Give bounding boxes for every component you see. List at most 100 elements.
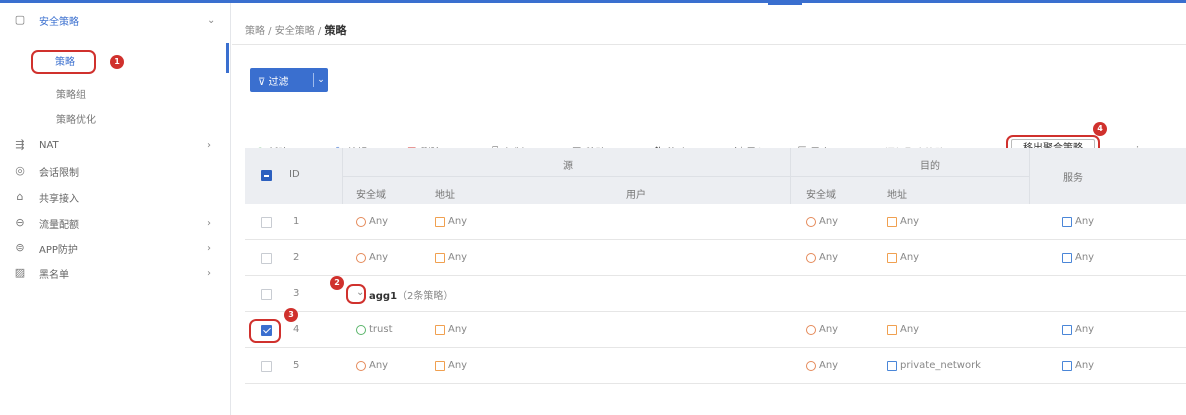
sidebar-item-label: 黑名单 [39,269,69,281]
table-row-group[interactable]: 3 ⌄ agg1（2条策略） [245,276,1186,312]
step-badge-1: 1 [110,55,124,69]
cell-id: 1 [293,216,300,227]
header-divider [342,176,1029,177]
table-row[interactable]: 4 trust Any Any Any Any [245,312,1186,348]
sidebar-item-label: NAT [39,139,59,151]
zone-icon [806,360,816,371]
col-src-user: 用户 [626,190,646,201]
highlight-box-checkbox [249,319,281,343]
chevron-right-icon: › [207,267,211,279]
filter-button[interactable]: ⊽ 过滤 ⌄ [250,68,328,92]
breadcrumb: 策略 / 安全策略 / 策略 [245,22,346,38]
row-checkbox[interactable] [261,289,272,300]
cell-dst-addr: Any [887,252,919,263]
blacklist-icon: ▨ [14,266,26,279]
cell-id: 4 [293,324,300,335]
header-divider [232,44,1186,45]
row-checkbox[interactable] [261,253,272,264]
header-divider [342,148,343,204]
sidebar-item-label: 会话限制 [39,167,79,179]
service-icon [1062,360,1072,371]
cell-dst-zone: Any [806,324,838,335]
traffic-icon: ⊖ [15,216,25,229]
cell-id: 2 [293,252,300,263]
address-icon [887,324,897,335]
address-icon [435,252,445,263]
sidebar-item-label: 策略优化 [56,114,96,126]
sidebar-item-session-limit[interactable]: ◎ 会话限制 [0,160,230,182]
col-source: 源 [563,161,573,172]
sidebar-item-policy-group[interactable]: 策略组 [0,82,230,104]
sidebar-item-security-policy[interactable]: ▢ 安全策略 ⌄ [0,9,230,31]
nat-icon: ⇶ [15,138,25,151]
sidebar-item-nat[interactable]: ⇶ NAT › [0,134,230,156]
group-name: agg1（2条策略） [369,291,454,302]
sidebar: ▢ 安全策略 ⌄ 策略 1 策略组 策略优化 ⇶ NAT › ◎ 会话限制 ⌂ … [0,3,231,415]
sidebar-item-traffic-control[interactable]: ⊖ 流量配额 › [0,212,230,234]
address-icon [887,216,897,227]
cell-dst-addr: private_network [887,360,981,371]
col-src-zone: 安全域 [356,190,386,201]
cell-dst-zone: Any [806,360,838,371]
table-row[interactable]: 5 Any Any Any private_network Any [245,348,1186,384]
row-checkbox[interactable] [261,361,272,372]
session-icon: ◎ [15,164,25,177]
breadcrumb-current: 策略 [324,24,347,37]
address-icon [887,252,897,263]
cell-src-zone: Any [356,360,388,371]
cell-dst-zone: Any [806,252,838,263]
chevron-right-icon: › [207,242,211,254]
chevron-down-icon[interactable]: ⌄ [314,75,328,85]
select-all-checkbox[interactable] [261,170,272,181]
table-row[interactable]: 2 Any Any Any Any Any [245,240,1186,276]
filter-icon: ⊽ [258,76,269,88]
service-icon [1062,324,1072,335]
address-icon [435,216,445,227]
zone-icon [356,360,366,371]
zone-icon [806,324,816,335]
cell-service: Any [1062,360,1094,371]
breadcrumb-path: 策略 / 安全策略 / [245,26,325,37]
row-checkbox[interactable] [261,217,272,228]
cell-id: 3 [293,288,300,299]
cell-src-zone: Any [356,216,388,227]
col-id: ID [289,169,300,180]
zone-icon [806,252,816,263]
address-icon [435,324,445,335]
cell-dst-zone: Any [806,216,838,227]
cell-id: 5 [293,360,300,371]
col-service: 服务 [1063,173,1083,184]
cell-service: Any [1062,252,1094,263]
policy-icon: ▢ [14,13,26,26]
table-header: ID 源 目的 服务 安全域 地址 用户 安全域 地址 [245,148,1186,204]
chevron-right-icon: › [207,139,211,151]
sidebar-item-app-protect[interactable]: ⊜ APP防护 › [0,237,230,259]
col-destination: 目的 [920,161,940,172]
zone-icon [356,252,366,263]
col-dst-addr: 地址 [887,190,907,201]
cell-src-addr: Any [435,360,467,371]
cell-src-zone: trust [356,324,393,335]
sidebar-item-policy-optimize[interactable]: 策略优化 [0,107,230,129]
sidebar-item-blacklist[interactable]: ▨ 黑名单 › [0,262,230,284]
sidebar-item-label: 流量配额 [39,219,79,231]
cell-service: Any [1062,216,1094,227]
service-icon [1062,216,1072,227]
sidebar-item-label: 共享接入 [39,193,79,205]
share-icon: ⌂ [16,190,24,203]
cell-service: Any [1062,324,1094,335]
top-accent-notch [768,3,802,5]
step-badge-4: 4 [1093,122,1107,136]
highlight-box-policy [31,50,96,74]
sidebar-item-shared-access[interactable]: ⌂ 共享接入 [0,186,230,208]
cell-dst-addr: Any [887,216,919,227]
address-icon [887,360,897,371]
sidebar-item-label: APP防护 [39,244,78,256]
step-badge-2: 2 [330,276,344,290]
zone-icon [806,216,816,227]
service-icon [1062,252,1072,263]
table-row[interactable]: 1 Any Any Any Any Any [245,204,1186,240]
col-dst-zone: 安全域 [806,190,836,201]
header-divider [1029,148,1030,204]
cell-src-zone: Any [356,252,388,263]
